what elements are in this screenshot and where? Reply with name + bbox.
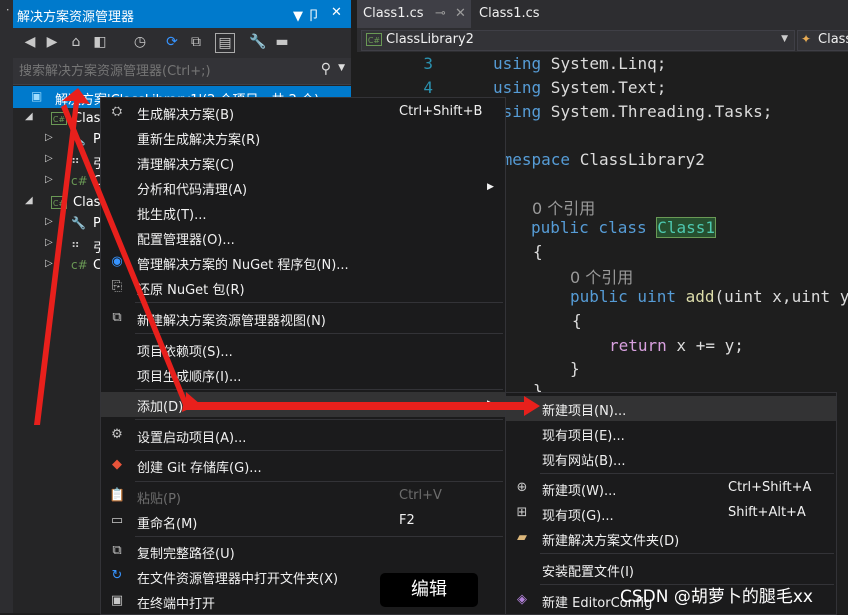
annotation-arrow-to-new-project	[186, 396, 540, 416]
edit-tooltip: 编辑	[380, 573, 478, 607]
annotation-arrows	[34, 88, 540, 425]
annotation-arrow-up-left	[34, 88, 90, 425]
watermark: CSDN @胡萝卜的腿毛xx	[620, 587, 813, 607]
annotation-arrow-to-add	[61, 104, 200, 412]
